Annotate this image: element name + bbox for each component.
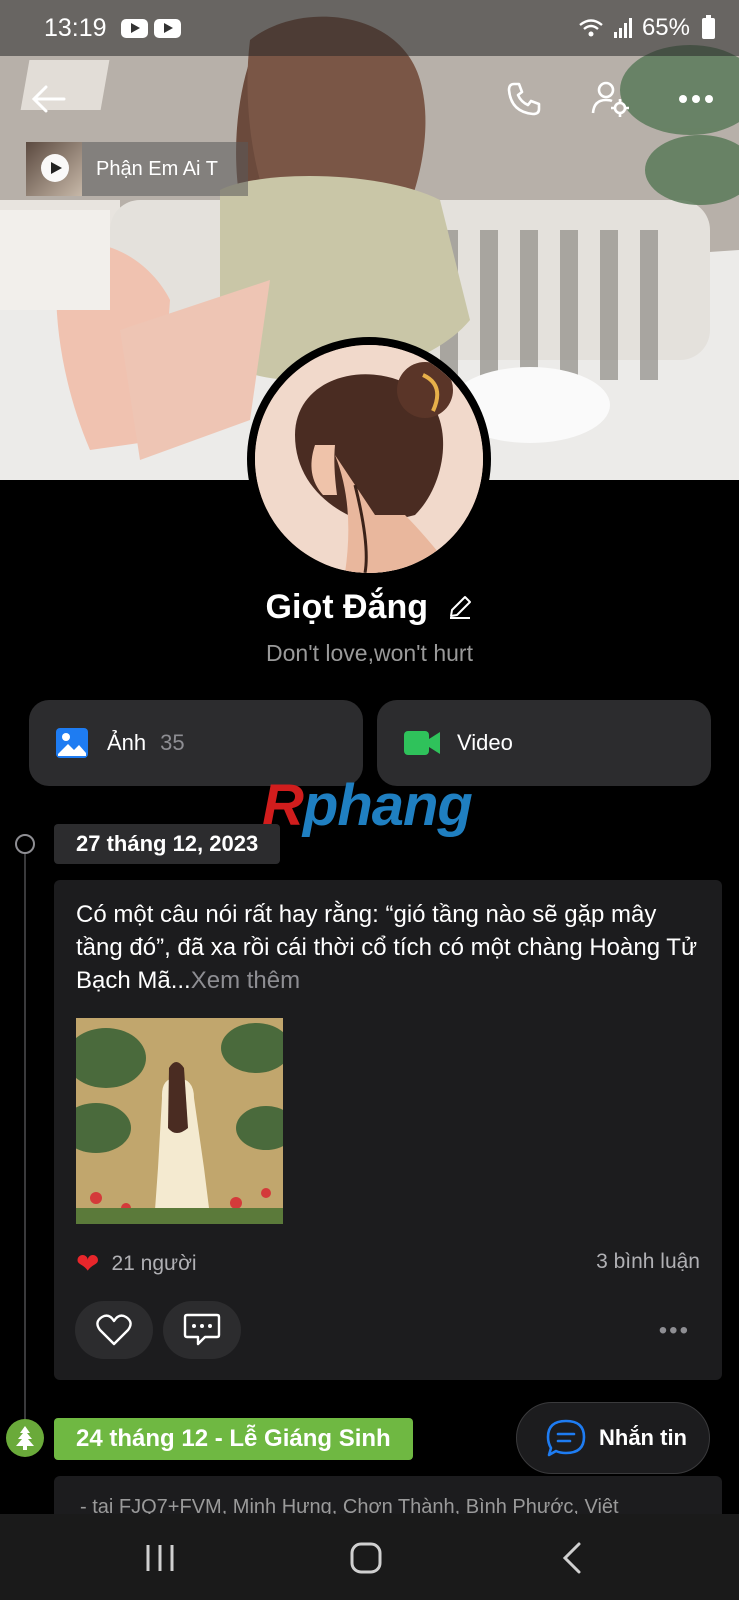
youtube-notification-icon <box>120 18 148 38</box>
avatar[interactable] <box>247 337 491 581</box>
phone-icon <box>507 82 541 116</box>
watermark-logo: Rphang <box>262 773 473 838</box>
more-options-button[interactable] <box>668 71 724 127</box>
timeline-line <box>24 844 26 1424</box>
system-back-button[interactable] <box>542 1536 602 1580</box>
like-button[interactable] <box>75 1301 153 1359</box>
message-button-label: Nhắn tin <box>599 1425 687 1450</box>
heart-outline-icon <box>96 1314 132 1346</box>
profile-name-row: Giọt Đắng <box>0 588 739 629</box>
edit-name-button[interactable] <box>447 590 473 629</box>
likes-summary[interactable]: ❤ 21 người <box>76 1247 197 1280</box>
comment-icon <box>183 1313 221 1346</box>
image-icon <box>56 728 88 758</box>
post-image[interactable] <box>76 1018 283 1224</box>
comment-button[interactable] <box>163 1301 241 1359</box>
signal-icon <box>613 18 632 38</box>
status-time: 13:19 <box>44 13 107 42</box>
back-button[interactable] <box>21 71 77 127</box>
system-nav-bar <box>0 1514 739 1600</box>
chevron-left-icon <box>562 1542 581 1574</box>
christmas-tree-icon <box>6 1419 44 1457</box>
wifi-icon <box>579 19 603 37</box>
youtube-notification-icon <box>153 18 181 38</box>
timeline-date: 27 tháng 12, 2023 <box>54 824 281 864</box>
post-text[interactable]: Có một câu nói rất hay rằng: “gió tầng n… <box>76 898 706 997</box>
recent-apps-icon <box>146 1545 174 1571</box>
comments-count[interactable]: 3 bình luận <box>596 1250 700 1274</box>
message-button[interactable]: Nhắn tin <box>516 1402 710 1474</box>
music-title: Phận Em Ai T <box>96 157 218 180</box>
battery-icon <box>702 14 715 39</box>
post-card[interactable]: Có một câu nói rất hay rằng: “gió tầng n… <box>54 880 722 1380</box>
user-settings-button[interactable] <box>582 71 638 127</box>
home-button[interactable] <box>336 1536 396 1580</box>
profile-name: Giọt Đắng <box>265 588 428 626</box>
recent-apps-button[interactable] <box>130 1536 190 1580</box>
profile-bio: Don't love,won't hurt <box>266 640 473 666</box>
photos-count: 35 <box>160 730 185 755</box>
chat-bubble-icon <box>546 1419 586 1457</box>
user-settings-icon <box>591 81 629 117</box>
avatar-illustration <box>255 345 483 573</box>
music-thumbnail <box>26 142 82 196</box>
more-dots-icon <box>679 95 713 103</box>
video-label: Video <box>457 730 513 755</box>
heart-icon: ❤ <box>76 1248 100 1279</box>
next-post-card[interactable]: - tại FJQ7+FVM, Minh Hưng, Chơn Thành, B… <box>54 1476 722 1516</box>
post-image-illustration <box>76 1018 283 1224</box>
see-more-link[interactable]: Xem thêm <box>191 967 300 994</box>
call-button[interactable] <box>496 71 552 127</box>
photos-label: Ảnh <box>107 730 147 755</box>
home-icon <box>350 1542 382 1574</box>
play-icon[interactable] <box>41 154 69 182</box>
post-location: - tại FJQ7+FVM, Minh Hưng, Chơn Thành, B… <box>80 1496 619 1516</box>
timeline-dot <box>15 834 35 854</box>
post-more-button[interactable]: ••• <box>659 1317 690 1345</box>
pencil-icon <box>450 595 472 619</box>
battery-percent: 65% <box>641 14 690 41</box>
likes-count: 21 người <box>111 1251 197 1275</box>
video-camera-icon <box>404 731 440 755</box>
profile-music-player[interactable]: Phận Em Ai T <box>26 142 248 196</box>
status-bar: 13:19 65% <box>0 0 739 56</box>
timeline-event-date: 24 tháng 12 - Lễ Giáng Sinh <box>54 1418 413 1460</box>
back-arrow-icon <box>32 85 66 113</box>
